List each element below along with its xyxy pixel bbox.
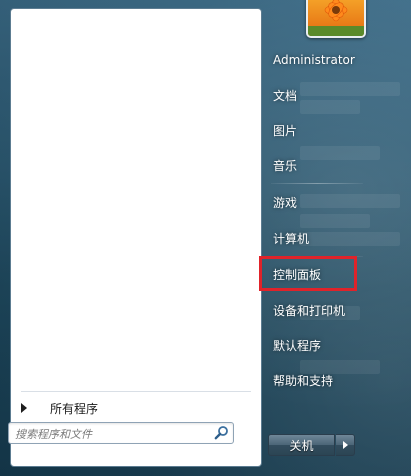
computer-link[interactable]: 计算机 [261,222,371,254]
music-link[interactable]: 音乐 [261,149,371,181]
devices-and-printers-link[interactable]: 设备和打印机 [261,294,371,326]
search-icon[interactable] [214,425,229,440]
search-input[interactable] [13,424,207,444]
flower-avatar-icon [308,0,364,36]
user-avatar[interactable] [306,0,366,38]
games-link[interactable]: 游戏 [261,186,371,218]
left-pane-divider [21,391,251,392]
documents-link[interactable]: 文档 [261,79,371,111]
shutdown-options-button[interactable] [336,434,355,456]
shutdown-button[interactable]: 关机 [268,434,335,456]
default-programs-link[interactable]: 默认程序 [261,329,371,361]
all-programs-button[interactable]: 所有程序 [19,399,251,417]
user-name-link[interactable]: Administrator [261,44,371,76]
right-triangle-icon [342,441,348,449]
help-and-support-link[interactable]: 帮助和支持 [261,364,371,396]
pictures-link[interactable]: 图片 [261,114,371,146]
control-panel-link[interactable]: 控制面板 [261,258,371,290]
right-triangle-icon [21,403,27,413]
all-programs-label: 所有程序 [50,401,99,416]
start-menu-left-pane: 所有程序 [10,8,262,467]
menu-separator [271,256,363,257]
menu-separator [271,183,363,184]
start-search-box[interactable] [8,422,234,444]
